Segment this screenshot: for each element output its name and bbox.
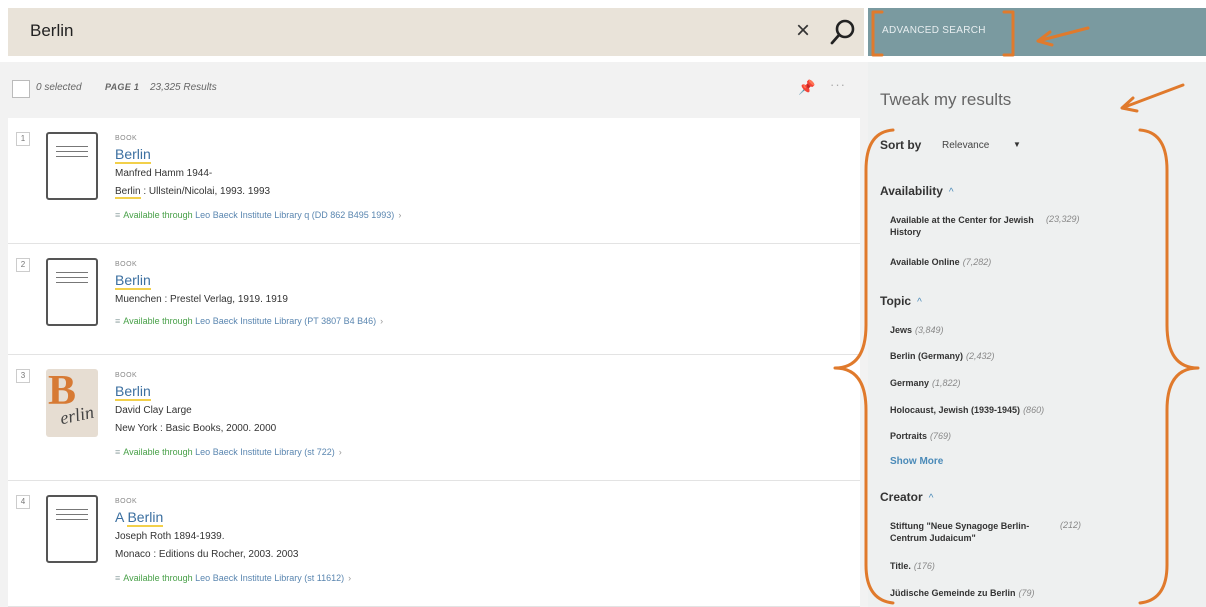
availability-link[interactable]: ≡ Available through Leo Baeck Institute L… (115, 447, 342, 457)
chevron-right-icon: › (380, 316, 384, 326)
location-icon: ≡ (115, 316, 121, 326)
pin-icon[interactable]: 📌 (798, 79, 815, 96)
results-count: 23,325 Results (150, 82, 217, 93)
result-publication: Berlin : Ullstein/Nicolai, 1993. 1993 (115, 186, 271, 199)
result-creator: Joseph Roth 1894-1939. (115, 531, 225, 542)
facet-item[interactable]: Stiftung "Neue Synagoge Berlin-Centrum J… (890, 520, 1050, 544)
facet-item[interactable]: Jews (3,849) (890, 324, 944, 336)
caret-down-icon[interactable]: ▼ (1013, 140, 1021, 149)
book-icon (46, 258, 98, 326)
select-all-checkbox[interactable] (12, 80, 30, 98)
result-type: BOOK (115, 498, 138, 505)
location-icon: ≡ (115, 447, 121, 457)
top-bar: Berlin × ADVANCED SEARCH (0, 0, 1206, 62)
result-type: BOOK (115, 135, 138, 142)
result-number: 2 (16, 258, 30, 272)
result-number: 1 (16, 132, 30, 146)
facet-item[interactable]: Germany (1,822) (890, 377, 961, 389)
chevron-up-icon: ^ (928, 493, 934, 504)
chevron-right-icon: › (348, 573, 352, 583)
result-item[interactable]: 2 BOOK Berlin Muenchen : Prestel Verlag,… (8, 244, 860, 355)
sort-label: Sort by (880, 138, 922, 152)
facet-item[interactable]: Available at the Center for Jewish Histo… (890, 214, 1040, 238)
selected-count: 0 selected (36, 82, 82, 93)
more-icon[interactable]: ··· (830, 77, 846, 92)
facet-topic-header[interactable]: Topic ^ (880, 294, 922, 308)
result-title[interactable]: A Berlin (115, 509, 164, 527)
search-icon[interactable] (830, 18, 856, 46)
chevron-right-icon: › (338, 447, 342, 457)
facet-count: (23,329) (1046, 214, 1080, 224)
close-icon[interactable]: × (796, 17, 810, 45)
facet-count: (212) (1060, 520, 1082, 530)
chevron-up-icon: ^ (948, 187, 954, 198)
facet-item[interactable]: Available Online (7,282) (890, 256, 991, 268)
availability-link[interactable]: ≡ Available through Leo Baeck Institute L… (115, 210, 401, 220)
result-title[interactable]: Berlin (115, 272, 151, 290)
result-publication: Monaco : Editions du Rocher, 2003. 2003 (115, 549, 299, 560)
result-type: BOOK (115, 372, 138, 379)
availability-link[interactable]: ≡ Available through Leo Baeck Institute L… (115, 316, 383, 326)
page-indicator: PAGE 1 (105, 82, 140, 92)
result-item[interactable]: 1 BOOK Berlin Manfred Hamm 1944- Berlin … (8, 118, 860, 244)
result-creator: Manfred Hamm 1944- (115, 168, 213, 179)
result-creator: David Clay Large (115, 405, 192, 416)
result-item[interactable]: 4 BOOK A Berlin Joseph Roth 1894-1939. M… (8, 481, 860, 607)
book-icon (46, 495, 98, 563)
facet-availability-header[interactable]: Availability ^ (880, 184, 954, 198)
sidebar-heading: Tweak my results (880, 90, 1012, 109)
location-icon: ≡ (115, 573, 121, 583)
result-type: BOOK (115, 261, 138, 268)
search-input[interactable]: Berlin (30, 21, 73, 41)
facet-item[interactable]: Jüdische Gemeinde zu Berlin (79) (890, 587, 1035, 599)
chevron-up-icon: ^ (917, 297, 922, 308)
result-publication: New York : Basic Books, 2000. 2000 (115, 423, 277, 434)
results-list: 1 BOOK Berlin Manfred Hamm 1944- Berlin … (8, 118, 860, 607)
search-box[interactable]: Berlin × (8, 8, 864, 56)
availability-link[interactable]: ≡ Available through Leo Baeck Institute L… (115, 573, 351, 583)
result-item[interactable]: 3 Berlin BOOK Berlin David Clay Large Ne… (8, 355, 860, 481)
show-more-link[interactable]: Show More (890, 456, 943, 467)
result-number: 4 (16, 495, 30, 509)
book-cover-image: Berlin (46, 369, 98, 437)
result-title[interactable]: Berlin (115, 146, 151, 164)
advanced-search-panel: ADVANCED SEARCH (868, 8, 1206, 56)
result-number: 3 (16, 369, 30, 383)
facet-creator-header[interactable]: Creator ^ (880, 490, 933, 504)
result-publication: Muenchen : Prestel Verlag, 1919. 1919 (115, 294, 288, 305)
chevron-right-icon: › (398, 210, 402, 220)
sort-dropdown[interactable]: Relevance (942, 140, 989, 151)
results-header: 0 selected PAGE 1 23,325 Results 📌 ··· (8, 66, 860, 110)
facet-sidebar: Tweak my results Sort by Relevance ▼ Ava… (868, 62, 1206, 607)
result-title[interactable]: Berlin (115, 383, 151, 401)
advanced-search-button[interactable]: ADVANCED SEARCH (882, 25, 986, 36)
facet-item[interactable]: Holocaust, Jewish (1939-1945) (860) (890, 404, 1044, 416)
facet-item[interactable]: Portraits (769) (890, 430, 951, 442)
facet-item[interactable]: Berlin (Germany) (2,432) (890, 350, 995, 362)
book-icon (46, 132, 98, 200)
location-icon: ≡ (115, 210, 121, 220)
facet-item[interactable]: Title. (176) (890, 560, 935, 572)
